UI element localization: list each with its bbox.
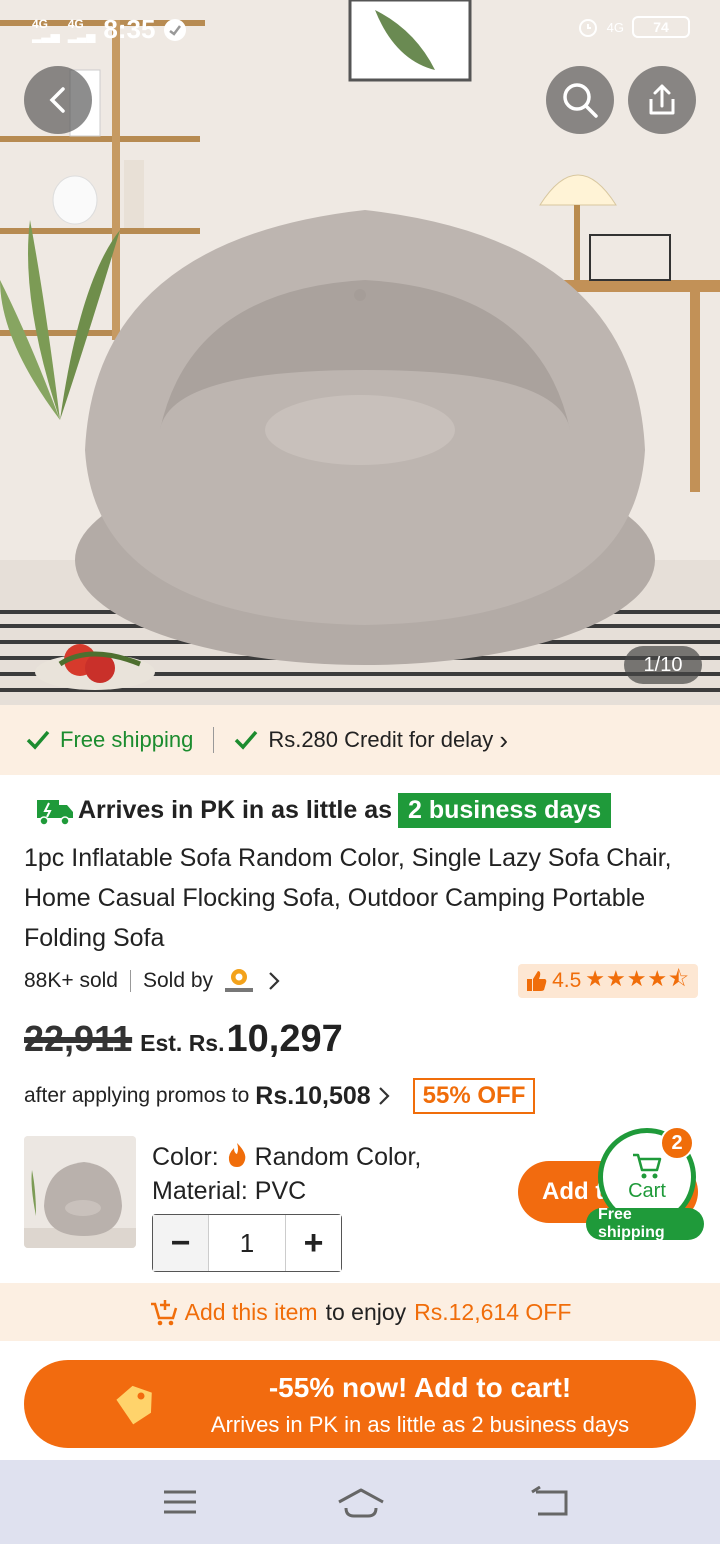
divider <box>213 727 215 753</box>
cta-main-text: -55% now! Add to cart! <box>268 1372 572 1403</box>
chevron-right-icon: › <box>499 724 508 755</box>
increase-quantity-button[interactable]: + <box>286 1215 341 1271</box>
product-image-gallery[interactable]: 4G ▂▃▅ 4G ▂▃▅ 8:35 4G 74 1/10 <box>0 0 720 705</box>
network-indicator: 4G <box>606 19 624 35</box>
sync-icon <box>164 18 187 41</box>
add-item-link[interactable]: Add this item <box>185 1299 318 1326</box>
search-icon <box>563 83 598 118</box>
image-counter: 1/10 <box>624 646 702 684</box>
rating-value: 4.5 <box>552 969 582 992</box>
cart-icon <box>633 1153 662 1178</box>
check-icon <box>235 730 258 750</box>
signal-icon: 4G ▂▃▅ <box>32 16 60 43</box>
variant-image <box>24 1136 136 1248</box>
decrease-quantity-button[interactable]: − <box>153 1215 208 1271</box>
quantity-stepper[interactable]: − 1 + <box>152 1214 342 1272</box>
color-label: Color: <box>152 1143 219 1171</box>
chevron-left-icon <box>49 87 65 113</box>
status-bar: 4G ▂▃▅ 4G ▂▃▅ 8:35 4G 74 <box>0 0 720 58</box>
estimate-label: Est. Rs. <box>140 1030 225 1056</box>
promo-row[interactable]: after applying promos to Rs.10,508 55% O… <box>24 1078 536 1114</box>
sold-by-label: Sold by <box>143 969 214 992</box>
original-price: 22,911 <box>24 1018 133 1059</box>
clock: 8:35 <box>103 14 156 44</box>
offer-amount: Rs.12,614 OFF <box>414 1298 572 1325</box>
delay-credit-label: Rs.280 Credit for delay <box>268 727 494 752</box>
chevron-right-icon <box>378 1087 390 1105</box>
rating-badge[interactable]: 4.5 ★★★★⯪ <box>518 964 698 998</box>
product-title: 1pc Inflatable Sofa Random Color, Single… <box>24 844 672 952</box>
add-to-cart-cta[interactable]: -55% now! Add to cart! Arrives in PK in … <box>24 1360 696 1448</box>
free-shipping-label: Free shipping <box>60 727 194 752</box>
color-value: Random Color, <box>254 1143 422 1171</box>
back-button[interactable] <box>24 66 92 134</box>
discount-badge: 55% OFF <box>412 1078 536 1114</box>
offer-middle-text: to enjoy <box>325 1298 407 1325</box>
star-rating: ★★★★⯪ <box>585 966 690 991</box>
promo-text: after applying promos to <box>24 1084 250 1107</box>
variant-description[interactable]: Color: Random Color, Material: PVC <box>152 1140 482 1208</box>
promo-price: Rs.10,508 <box>255 1081 371 1110</box>
check-icon <box>26 730 50 750</box>
cart-label: Cart <box>628 1179 666 1202</box>
price-row: 22,911 Est. Rs. 10,297 <box>24 1018 343 1061</box>
sold-count: 88K+ sold <box>24 969 118 992</box>
alarm-icon <box>578 19 597 37</box>
variant-thumbnail[interactable] <box>24 1136 136 1248</box>
variant-selector: Color: Random Color, Material: PVC − 1 +… <box>24 1126 704 1274</box>
material-value: Material: PVC <box>152 1177 307 1205</box>
cta-sub-text: Arrives in PK in as little as 2 business… <box>210 1412 630 1437</box>
bundle-offer-strip[interactable]: Add this item to enjoy Rs.12,614 OFF <box>0 1283 720 1341</box>
cart-plus-icon <box>150 1300 177 1326</box>
signal-icon: 4G ▂▃▅ <box>67 16 96 43</box>
shipping-info-strip[interactable]: Free shipping Rs.280 Credit for delay › <box>0 705 720 775</box>
sale-price: 10,297 <box>226 1018 343 1060</box>
battery-icon: 74 <box>632 16 690 38</box>
chevron-right-icon[interactable] <box>267 970 281 992</box>
arrives-text: Arrives in PK in as little as <box>78 796 393 824</box>
free-shipping-pill: Free shipping <box>586 1206 704 1241</box>
system-navigation-bar <box>0 1460 720 1544</box>
menu-icon[interactable] <box>162 1486 198 1518</box>
delivery-days-badge: 2 business days <box>398 793 612 828</box>
add-button-label: Add t <box>542 1178 604 1205</box>
share-button[interactable] <box>628 66 696 134</box>
fire-icon <box>228 1143 245 1167</box>
delivery-truck-icon <box>37 799 73 826</box>
cart-count-badge: 2 <box>660 1126 694 1160</box>
divider <box>130 970 131 992</box>
search-button[interactable] <box>546 66 614 134</box>
thumbs-up-icon <box>527 971 547 991</box>
share-icon <box>649 84 675 115</box>
back-nav-icon[interactable] <box>530 1486 570 1518</box>
delivery-estimate: Arrives in PK in as little as 2 business… <box>36 793 612 828</box>
sales-meta: 88K+ sold Sold by <box>24 966 281 996</box>
quantity-value[interactable]: 1 <box>208 1215 286 1271</box>
store-logo-icon[interactable] <box>221 966 257 996</box>
home-icon[interactable] <box>336 1486 386 1520</box>
